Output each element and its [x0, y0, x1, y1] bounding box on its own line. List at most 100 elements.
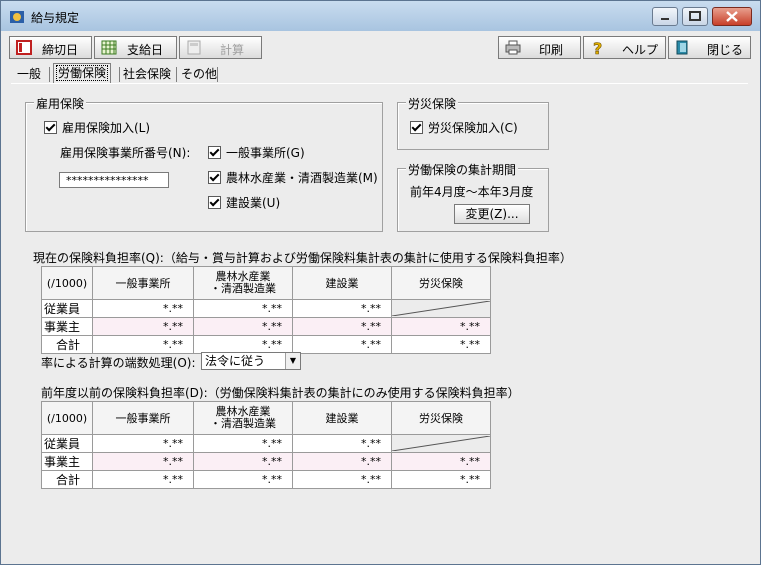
row-label-total: 合計: [41, 470, 93, 489]
cutoff-day-label: 締切日: [42, 43, 79, 57]
construction-checkbox[interactable]: 建設業(U): [208, 194, 280, 211]
current-rates-caption: 現在の保険料負担率(Q):（給与・賞与計算および労働保険料集計表の集計に使用する…: [33, 251, 572, 265]
close-window-button[interactable]: [712, 7, 752, 26]
main-window: 給与規定 締切日 支給日 計算 印刷 ? ヘルプ 閉じる 一般 労働保険 社会保…: [0, 0, 761, 565]
tab-labor-insurance-label: 労働保険: [56, 65, 109, 81]
accident-header: 労災保険: [391, 401, 491, 435]
rate-cell: *.**: [292, 470, 392, 489]
help-button[interactable]: ? ヘルプ: [583, 36, 666, 59]
exit-door-icon: [676, 40, 688, 55]
rate-cell[interactable]: *.**: [292, 299, 392, 318]
rate-cell[interactable]: *.**: [292, 452, 392, 471]
previous-rates-caption: 前年度以前の保険料負担率(D):（労働保険料集計表の集計にのみ使用する保険料負担…: [41, 386, 520, 400]
tab-labor-insurance[interactable]: 労働保険: [53, 63, 112, 84]
aggregation-period-value: 前年4月度～本年3月度: [410, 185, 534, 199]
agriculture-header: 農林水産業 ・清酒製造業: [193, 266, 293, 300]
employment-insurance-group: 雇用保険 雇用保険加入(L) 雇用保険事業所番号(N): 一般事業所(G) 農林…: [25, 95, 383, 232]
na-cell: [391, 299, 491, 318]
chevron-down-icon: ▼: [285, 353, 300, 369]
table-row: 合計 *.** *.** *.** *.**: [41, 335, 491, 354]
client-area: 締切日 支給日 計算 印刷 ? ヘルプ 閉じる 一般 労働保険 社会保険 その他: [7, 31, 754, 557]
previous-rates-table: (/1000) 一般事業所 農林水産業 ・清酒製造業 建設業 労災保険 従業員 …: [41, 401, 491, 489]
tab-other[interactable]: その他: [179, 65, 219, 83]
checkbox-checked-icon: [44, 121, 57, 134]
payday-label: 支給日: [127, 43, 164, 57]
employment-insurance-label: 雇用保険加入(L): [62, 121, 151, 135]
row-label-employee: 従業員: [41, 299, 93, 318]
general-office-label: 一般事業所(G): [226, 146, 305, 160]
rate-cell[interactable]: *.**: [292, 434, 392, 453]
general-office-checkbox[interactable]: 一般事業所(G): [208, 144, 305, 161]
row-label-employer: 事業主: [41, 317, 93, 336]
close-icon: [726, 11, 738, 22]
agriculture-header-text: 農林水産業 ・清酒製造業: [210, 405, 276, 430]
rate-cell[interactable]: *.**: [193, 452, 293, 471]
construction-label: 建設業(U): [226, 196, 281, 210]
grid-calendar-icon: [101, 40, 117, 55]
unit-header: (/1000): [41, 266, 93, 300]
accident-header: 労災保険: [391, 266, 491, 300]
table-row: 従業員 *.** *.** *.**: [41, 434, 491, 453]
calculate-label: 計算: [220, 43, 245, 57]
change-period-button[interactable]: 変更(Z)...: [454, 204, 530, 224]
rounding-select[interactable]: 法令に従う ▼: [201, 352, 301, 370]
accident-insurance-title: 労災保険: [406, 95, 459, 112]
minimize-button[interactable]: [652, 7, 678, 26]
tab-separator: [49, 67, 50, 82]
minimize-icon: [661, 18, 669, 20]
rate-cell[interactable]: *.**: [193, 299, 293, 318]
cutoff-day-button[interactable]: 締切日: [9, 36, 92, 59]
na-cell: [391, 434, 491, 453]
checkbox-checked-icon: [208, 171, 221, 184]
table-row: 事業主 *.** *.** *.** *.**: [41, 317, 491, 336]
calendar-icon: [16, 40, 32, 55]
payday-button[interactable]: 支給日: [94, 36, 177, 59]
office-number-input[interactable]: ***************: [59, 172, 169, 188]
agriculture-label: 農林水産業・清酒製造業(M): [226, 171, 378, 185]
rate-cell[interactable]: *.**: [92, 299, 194, 318]
rate-cell[interactable]: *.**: [92, 317, 194, 336]
rate-cell: *.**: [391, 335, 491, 354]
rate-cell[interactable]: *.**: [292, 317, 392, 336]
print-button[interactable]: 印刷: [498, 36, 581, 59]
title-bar[interactable]: 給与規定: [1, 1, 760, 31]
rate-cell: *.**: [391, 470, 491, 489]
table-row: 従業員 *.** *.** *.**: [41, 299, 491, 318]
agriculture-checkbox[interactable]: 農林水産業・清酒製造業(M): [208, 169, 378, 186]
rate-cell: *.**: [92, 335, 194, 354]
tab-general[interactable]: 一般: [15, 65, 43, 83]
close-label: 閉じる: [707, 43, 744, 57]
printer-icon: [505, 40, 521, 55]
construction-header: 建設業: [292, 401, 392, 435]
construction-header: 建設業: [292, 266, 392, 300]
calculate-button[interactable]: 計算: [179, 36, 262, 59]
employment-insurance-checkbox[interactable]: 雇用保険加入(L): [44, 119, 150, 136]
tab-social-insurance[interactable]: 社会保険: [121, 65, 173, 83]
rate-cell[interactable]: *.**: [193, 434, 293, 453]
agriculture-header: 農林水産業 ・清酒製造業: [193, 401, 293, 435]
accident-insurance-label: 労災保険加入(C): [428, 121, 518, 135]
office-number-label: 雇用保険事業所番号(N):: [60, 146, 191, 160]
row-label-total: 合計: [41, 335, 93, 354]
row-label-employee: 従業員: [41, 434, 93, 453]
aggregation-period-title: 労働保険の集計期間: [406, 161, 519, 178]
print-label: 印刷: [539, 43, 564, 57]
rate-cell: *.**: [292, 335, 392, 354]
tab-separator: [217, 67, 218, 82]
rounding-value: 法令に従う: [205, 354, 266, 368]
checkbox-checked-icon: [410, 121, 423, 134]
accident-insurance-checkbox[interactable]: 労災保険加入(C): [410, 119, 518, 136]
aggregation-period-group: 労働保険の集計期間 前年4月度～本年3月度 変更(Z)...: [397, 161, 549, 232]
rate-cell[interactable]: *.**: [193, 317, 293, 336]
rate-cell[interactable]: *.**: [391, 452, 491, 471]
maximize-button[interactable]: [682, 7, 708, 26]
rate-cell[interactable]: *.**: [391, 317, 491, 336]
table-row: 合計 *.** *.** *.** *.**: [41, 470, 491, 489]
rate-cell[interactable]: *.**: [92, 434, 194, 453]
close-button[interactable]: 閉じる: [668, 36, 751, 59]
maximize-icon: [689, 11, 701, 21]
employment-insurance-title: 雇用保険: [34, 95, 87, 112]
rate-cell[interactable]: *.**: [92, 452, 194, 471]
window-title: 給与規定: [31, 11, 80, 25]
app-icon: [10, 11, 24, 23]
